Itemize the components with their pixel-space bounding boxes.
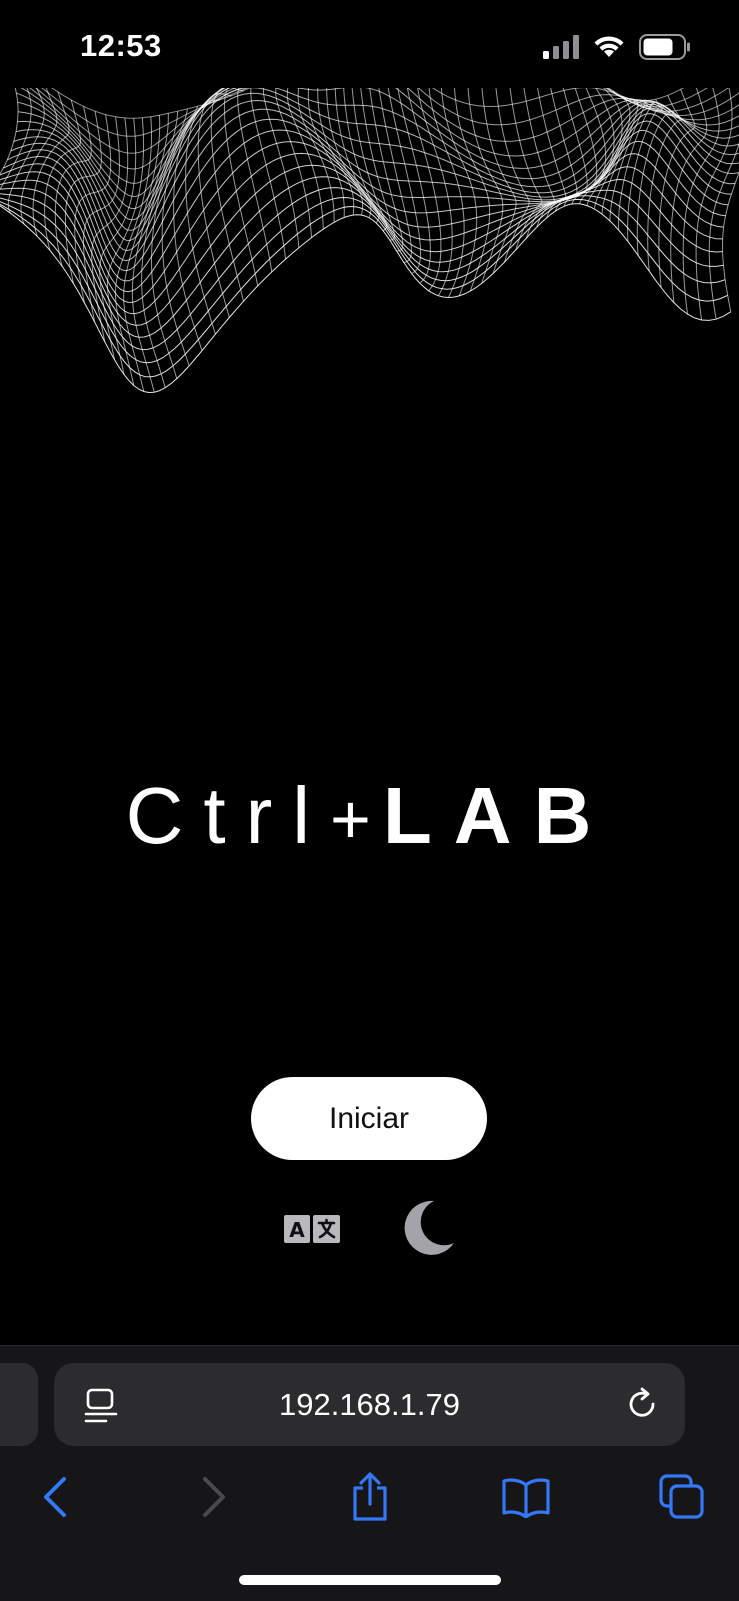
ctrl-lab-logo: Ctrl+LAB: [0, 770, 739, 865]
share-icon: [353, 1472, 387, 1521]
moon-icon[interactable]: [398, 1199, 456, 1257]
back-icon: [44, 1477, 66, 1517]
url-text: 192.168.1.79: [278, 1387, 460, 1422]
back-button[interactable]: [27, 1469, 83, 1525]
svg-text:A: A: [289, 1218, 305, 1242]
share-button[interactable]: [342, 1469, 398, 1525]
wave-mesh-graphic: [0, 88, 739, 394]
cellular-signal-icon: [543, 35, 579, 59]
translate-icon[interactable]: A: [284, 1215, 340, 1243]
tabs-icon: [659, 1474, 704, 1519]
logo-plus-text: +: [330, 780, 383, 858]
wifi-icon: [594, 36, 624, 57]
start-button[interactable]: Iniciar: [251, 1077, 487, 1160]
battery-icon: [639, 34, 690, 60]
logo-ctrl-text: Ctrl: [125, 771, 331, 860]
tabs-button[interactable]: [654, 1469, 710, 1525]
logo-lab-text: LAB: [382, 771, 614, 860]
browser-toolbar: 192.168.1.79: [0, 1345, 739, 1601]
status-time: 12:53: [80, 28, 162, 63]
address-bar[interactable]: 192.168.1.79: [54, 1363, 685, 1446]
previous-tab-preview[interactable]: [0, 1363, 38, 1446]
reload-icon[interactable]: [625, 1387, 661, 1423]
home-indicator[interactable]: [239, 1575, 501, 1585]
forward-button[interactable]: [186, 1469, 242, 1525]
bookmarks-button[interactable]: [498, 1469, 554, 1525]
status-bar: 12:53: [0, 0, 739, 90]
status-icons: [543, 34, 691, 60]
forward-icon: [203, 1477, 225, 1517]
bookmarks-icon: [502, 1478, 550, 1518]
